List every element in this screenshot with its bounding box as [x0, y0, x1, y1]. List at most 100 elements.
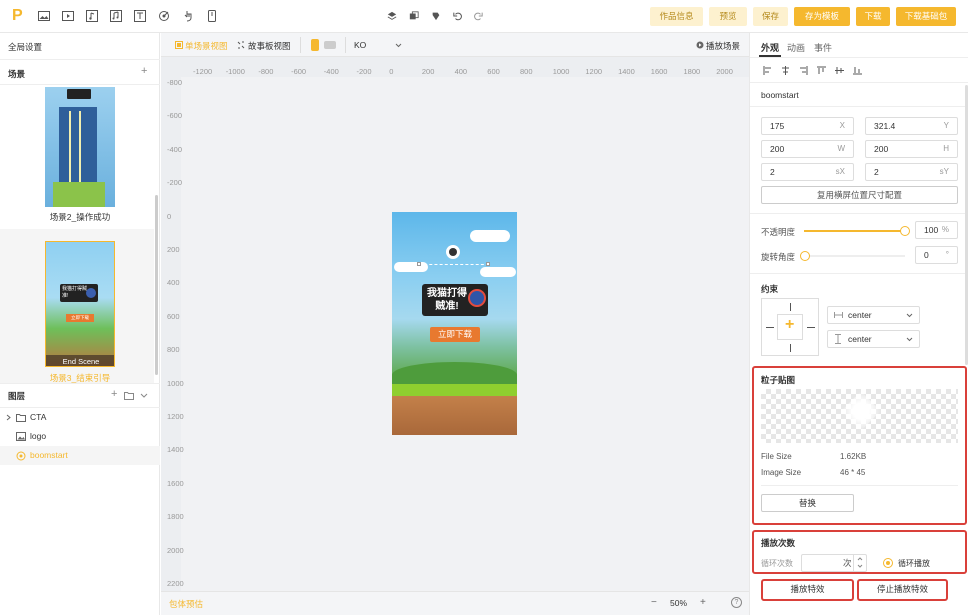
top-toolbar: P 作品信息 预览 保存 存为模板 下载 下载基础包: [0, 0, 968, 33]
constraint-right-line[interactable]: [807, 327, 815, 328]
selection-handle[interactable]: [486, 262, 490, 266]
work-info-button[interactable]: 作品信息: [650, 7, 703, 26]
tab-appearance[interactable]: 外观: [761, 41, 779, 54]
scene3-thumbnail[interactable]: 我猫打得贼准! 立即下载 End Scene: [45, 241, 115, 367]
phone-icon[interactable]: [206, 10, 218, 22]
scenes-scrollbar[interactable]: [155, 195, 158, 375]
particle-icon[interactable]: [158, 10, 170, 22]
portrait-toggle[interactable]: [311, 39, 319, 51]
canvas-area[interactable]: 单场景视图 故事板视图 KO 播放场景 -1200 -1000 -800 -600 -4…: [161, 33, 749, 615]
phone-download-button[interactable]: 立即下载: [430, 327, 480, 342]
align-bottom-icon[interactable]: [853, 66, 862, 75]
single-scene-view-tab[interactable]: 单场景视图: [185, 40, 228, 52]
single-view-icon: [175, 41, 183, 49]
music-icon[interactable]: [110, 10, 122, 22]
stop-effect-button[interactable]: 停止播放特效: [860, 581, 945, 599]
play-effect-button[interactable]: 播放特效: [764, 581, 851, 599]
x-input[interactable]: 175 X: [761, 117, 854, 135]
align-top-icon[interactable]: [817, 66, 826, 75]
radio-dot: [886, 561, 890, 565]
reuse-landscape-config-button[interactable]: 复用横屏位置尺寸配置: [761, 186, 958, 204]
text-icon[interactable]: [134, 10, 146, 22]
audio-icon[interactable]: [86, 10, 98, 22]
hand-gesture-icon[interactable]: [182, 10, 194, 22]
opacity-slider-track[interactable]: [804, 226, 910, 236]
paste-style-icon[interactable]: [431, 10, 441, 22]
selection-box-edge: [419, 264, 489, 265]
tab-events[interactable]: 事件: [814, 41, 832, 54]
chevron-down-icon[interactable]: [906, 313, 913, 318]
preview-button[interactable]: 预览: [709, 7, 747, 26]
layer-row-logo[interactable]: logo: [0, 427, 160, 446]
phone-preview[interactable]: 我猫打得 贼准! 立即下载: [392, 212, 517, 435]
loop-stepper[interactable]: [853, 555, 866, 571]
layer-row-cta[interactable]: CTA: [0, 408, 160, 427]
height-input[interactable]: 200 H: [865, 140, 958, 158]
redo-icon[interactable]: [473, 10, 483, 22]
undo-icon[interactable]: [453, 10, 463, 22]
folder-add-icon[interactable]: [124, 391, 134, 400]
stepper-up-icon[interactable]: [857, 557, 863, 561]
chevron-down-icon[interactable]: [140, 393, 148, 399]
download-button[interactable]: 下载: [856, 7, 890, 26]
language-select[interactable]: KO: [354, 40, 366, 50]
video-icon[interactable]: [62, 10, 74, 22]
constraint-widget[interactable]: +: [761, 298, 819, 356]
ruler-y-tick: 2000: [167, 545, 184, 555]
zoom-in-button[interactable]: +: [700, 597, 706, 608]
landscape-toggle[interactable]: [324, 41, 336, 49]
replace-texture-button[interactable]: 替换: [761, 494, 854, 512]
rotation-input[interactable]: 0 °: [915, 246, 958, 264]
align-right-icon[interactable]: [799, 66, 808, 75]
help-icon[interactable]: ?: [731, 597, 742, 608]
scene2-thumbnail[interactable]: [45, 87, 115, 207]
save-template-button[interactable]: 存为模板: [794, 7, 850, 26]
rotation-slider-handle[interactable]: [800, 251, 810, 261]
storyboard-view-tab[interactable]: 故事板视图: [248, 40, 291, 52]
align-center-h-icon[interactable]: [781, 66, 790, 75]
align-middle-icon[interactable]: [835, 66, 844, 75]
layer-row-boomstart[interactable]: boomstart: [0, 446, 160, 465]
play-scene-button[interactable]: 播放场景: [706, 40, 740, 52]
opacity-slider-handle[interactable]: [900, 226, 910, 236]
rotation-slider-track[interactable]: [800, 251, 905, 261]
scale-x-input[interactable]: 2 sX: [761, 163, 854, 181]
add-scene-icon[interactable]: +: [141, 65, 147, 77]
chevron-down-icon[interactable]: [395, 43, 402, 48]
save-button[interactable]: 保存: [753, 7, 788, 26]
width-input[interactable]: 200 W: [761, 140, 854, 158]
constraint-vertical-select[interactable]: center: [827, 330, 920, 348]
layers-icon[interactable]: [387, 10, 397, 22]
loop-count-input[interactable]: 次: [801, 554, 867, 572]
opacity-input[interactable]: 100%: [915, 221, 958, 239]
scale-y-input[interactable]: 2 sY: [865, 163, 958, 181]
loop-play-radio[interactable]: [883, 558, 893, 568]
add-layer-icon[interactable]: +: [111, 388, 117, 400]
play-count-title: 播放次数: [761, 538, 796, 548]
element-name: boomstart: [761, 90, 799, 100]
package-estimate[interactable]: 包体预估: [169, 598, 203, 610]
opacity-unit: %: [941, 225, 949, 234]
constraint-top-line[interactable]: [790, 303, 791, 311]
download-package-button[interactable]: 下载基础包: [896, 7, 956, 26]
constraint-v-value: center: [848, 334, 872, 344]
scene2-label[interactable]: 场景2_操作成功: [0, 211, 160, 223]
image-icon[interactable]: [38, 10, 50, 22]
constraint-center-plus-icon[interactable]: +: [785, 316, 794, 334]
zoom-out-button[interactable]: −: [651, 597, 657, 608]
chevron-down-icon[interactable]: [906, 337, 913, 342]
stepper-down-icon[interactable]: [857, 564, 863, 568]
ruler-x-tick: 1000: [552, 67, 570, 76]
divider: [0, 383, 160, 384]
selection-handle[interactable]: [417, 262, 421, 266]
global-settings[interactable]: 全局设置: [8, 41, 42, 53]
constraint-bottom-line[interactable]: [790, 344, 791, 352]
title-text-line1: 我猫打得: [427, 288, 467, 299]
copy-icon[interactable]: [409, 10, 419, 22]
tab-animation[interactable]: 动画: [787, 41, 805, 54]
chevron-right-icon[interactable]: [6, 414, 11, 421]
y-input[interactable]: 321.4 Y: [865, 117, 958, 135]
align-left-icon[interactable]: [763, 66, 772, 75]
constraint-left-line[interactable]: [766, 327, 774, 328]
constraint-horizontal-select[interactable]: center: [827, 306, 920, 324]
